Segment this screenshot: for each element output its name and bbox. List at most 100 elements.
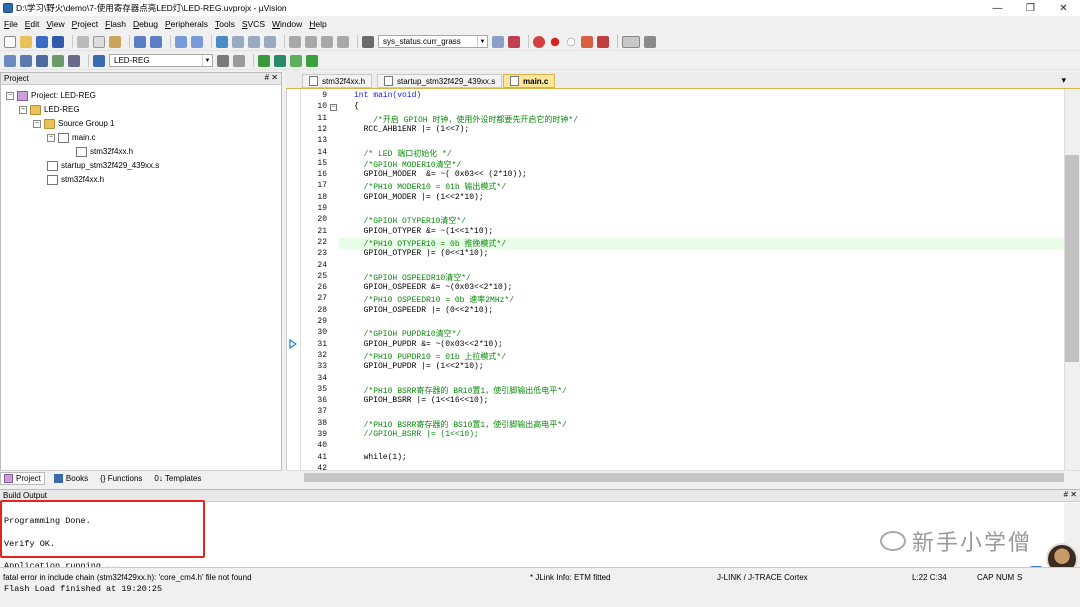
kill-all-breakpoints-icon[interactable] [597, 35, 609, 48]
rebuild-icon[interactable] [36, 54, 48, 67]
tab-menu-icon[interactable]: ▾ [1061, 75, 1066, 86]
collapse-icon[interactable]: − [19, 105, 27, 114]
tree-item-project[interactable]: − Project: LED-REG [6, 89, 96, 102]
code-line[interactable]: /*GPIOH PUPDR10清空*/ [354, 328, 462, 339]
menu-peripherals[interactable]: Peripherals [165, 19, 208, 29]
tree-item-header[interactable]: stm32f4xx.h [47, 173, 104, 186]
chevron-down-icon[interactable]: ▼ [202, 55, 212, 66]
tab-startup-s[interactable]: startup_stm32f429_439xx.s [377, 74, 503, 88]
pane-controls[interactable]: # ✕ [265, 73, 278, 82]
tab-functions[interactable]: {} Functions [97, 472, 145, 485]
cut-icon[interactable] [77, 35, 89, 48]
window-layout-icon[interactable] [622, 35, 640, 48]
code-line[interactable]: /*PH10 MODER10 = 01b 输出模式*/ [354, 181, 506, 192]
tree-item-main-c[interactable]: − main.c [47, 131, 96, 144]
manage-project-items-icon[interactable] [233, 54, 245, 67]
find-in-files-icon[interactable] [362, 35, 374, 48]
menu-view[interactable]: View [46, 19, 64, 29]
tab-books[interactable]: Books [51, 472, 91, 485]
code-line[interactable]: GPIOH_PUPDR &= ~(0x03<<2*10); [354, 340, 503, 349]
find-icon[interactable] [492, 35, 504, 48]
collapse-icon[interactable]: − [6, 91, 14, 100]
tab-stm32f4xx-h[interactable]: stm32f4xx.h [302, 74, 373, 88]
incremental-find-icon[interactable] [508, 35, 520, 48]
navigate-back-icon[interactable] [175, 35, 187, 48]
bookmark-icon[interactable] [216, 35, 228, 48]
comment-icon[interactable] [321, 35, 333, 48]
code-line[interactable]: { [354, 102, 359, 111]
editor-gutter[interactable] [287, 89, 301, 470]
translate-icon[interactable] [4, 54, 16, 67]
manage-rte-icon[interactable] [274, 54, 286, 67]
code-line[interactable]: /*PH10 BSRR寄存器的 BS10置1，使引脚输出高电平*/ [354, 419, 567, 430]
code-line[interactable]: GPIOH_OTYPER &= ~(1<<1*10); [354, 227, 494, 236]
save-all-icon[interactable] [52, 35, 64, 48]
build-icon[interactable] [20, 54, 32, 67]
tree-item-group[interactable]: − Source Group 1 [33, 117, 114, 130]
tree-item-target[interactable]: − LED-REG [19, 103, 80, 116]
batch-build-icon[interactable] [52, 54, 64, 67]
editor-vertical-scroll-thumb[interactable] [1065, 155, 1079, 362]
chevron-down-icon[interactable]: ▼ [477, 36, 487, 47]
code-line[interactable]: /*GPIOH OSPEEDR10清空*/ [354, 272, 471, 283]
collapse-icon[interactable]: − [33, 119, 41, 128]
code-line[interactable]: GPIOH_OTYPER |= (0<<1*10); [354, 249, 489, 258]
code-line[interactable]: /*PH10 OSPEEDR10 = 0b 速率2MHz*/ [354, 294, 514, 305]
code-line[interactable]: GPIOH_OSPEEDR &= ~(0x03<<2*10); [354, 283, 513, 292]
stop-build-icon[interactable] [68, 54, 80, 67]
paste-icon[interactable] [109, 35, 121, 48]
indent-icon[interactable] [289, 35, 301, 48]
runtime-env-icon[interactable] [306, 54, 318, 67]
unindent-icon[interactable] [305, 35, 317, 48]
kill-breakpoints-icon[interactable] [581, 35, 593, 48]
code-line[interactable]: //GPIOH_BSRR |= (1<<10); [354, 430, 479, 439]
code-line[interactable]: GPIOH_OSPEEDR |= (0<<2*10); [354, 306, 494, 315]
code-line[interactable]: int main(void) [354, 91, 421, 100]
tab-main-c[interactable]: main.c [503, 74, 556, 88]
tab-project[interactable]: Project [0, 471, 45, 485]
code-line[interactable]: GPIOH_MODER |= (1<<2*10); [354, 193, 484, 202]
menu-flash[interactable]: Flash [105, 19, 126, 29]
code-line[interactable]: /*PH10 BSRR寄存器的 BR10置1，使引脚输出低电平*/ [354, 385, 567, 396]
tree-item-startup[interactable]: startup_stm32f429_439xx.s [47, 159, 159, 172]
code-line[interactable]: /*PH10 OTYPER10 = 0b 推挽模式*/ [354, 238, 506, 249]
start-debug-icon[interactable] [533, 35, 545, 48]
collapse-icon[interactable]: − [47, 133, 55, 142]
code-line[interactable]: GPIOH_BSRR |= (1<<16<<10); [354, 396, 489, 405]
code-line[interactable]: /*开启 GPIOH 时钟，使用外设时都要先开启它的时钟*/ [354, 114, 578, 125]
code-line[interactable]: /*GPIOH OTYPER10清空*/ [354, 215, 466, 226]
copy-icon[interactable] [93, 35, 105, 48]
pack-installer-icon[interactable] [290, 54, 302, 67]
pane-controls[interactable]: # ✕ [1064, 490, 1077, 499]
save-icon[interactable] [36, 35, 48, 48]
breakpoint-icon[interactable] [550, 37, 560, 46]
disable-breakpoint-icon[interactable] [566, 37, 576, 46]
options-for-target-icon[interactable] [217, 54, 229, 67]
menu-tools[interactable]: Tools [215, 19, 235, 29]
menu-window[interactable]: Window [272, 19, 302, 29]
menu-help[interactable]: Help [309, 19, 326, 29]
menu-edit[interactable]: Edit [25, 19, 40, 29]
configure-icon[interactable] [644, 35, 656, 48]
code-editor[interactable]: 9 10 11 12 13 14 15 16 17 18 19 20 21 22 23 24 25 26 27 28 2… [286, 89, 1065, 473]
fold-toggle-icon[interactable]: − [330, 104, 337, 112]
code-line[interactable]: GPIOH_MODER &= ~( 0x03<< (2*10)); [354, 170, 527, 179]
select-packs-icon[interactable] [258, 54, 270, 67]
prev-bookmark-icon[interactable] [232, 35, 244, 48]
menu-file[interactable]: File [4, 19, 18, 29]
new-file-icon[interactable] [4, 35, 16, 48]
uncomment-icon[interactable] [337, 35, 349, 48]
undo-icon[interactable] [134, 35, 146, 48]
navigate-forward-icon[interactable] [191, 35, 203, 48]
redo-icon[interactable] [150, 35, 162, 48]
code-line[interactable]: GPIOH_PUPDR |= (1<<2*10); [354, 362, 484, 371]
close-button[interactable]: ✕ [1047, 0, 1080, 16]
download-icon[interactable] [93, 54, 105, 67]
find-combo[interactable]: sys_status.curr_grass ▼ [378, 35, 488, 48]
clear-bookmarks-icon[interactable] [264, 35, 276, 48]
menu-svcs[interactable]: SVCS [242, 19, 265, 29]
code-line[interactable]: while(1); [354, 453, 407, 462]
maximize-button[interactable]: ❐ [1014, 0, 1047, 16]
open-file-icon[interactable] [20, 35, 32, 48]
editor-horizontal-scroll-thumb[interactable] [304, 473, 1064, 482]
